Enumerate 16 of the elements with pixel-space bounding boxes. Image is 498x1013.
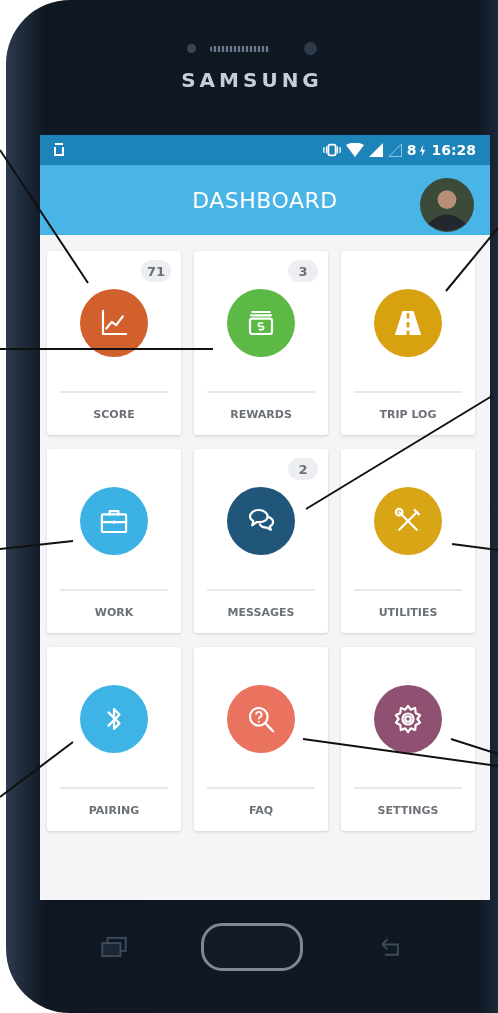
battery-level: 8 (406, 142, 417, 158)
count-badge: 71 (141, 260, 171, 282)
brand-logo: SAMSUNG (181, 68, 323, 92)
dashboard-tile[interactable]: 2 MESSAGES (194, 449, 328, 633)
count-badge: 3 (288, 260, 318, 282)
dashboard-tile[interactable]: SETTINGS (341, 647, 475, 831)
dashboard-tile[interactable]: 3 REWARDS (194, 251, 328, 435)
dashboard-tile[interactable]: TRIP LOG (341, 251, 475, 435)
clock: 16:28 (431, 142, 476, 158)
dashboard-tile[interactable]: 71 SCORE (47, 251, 181, 435)
dashboard-tile[interactable]: WORK (47, 449, 181, 633)
count-badge: 2 (288, 458, 318, 480)
page-title: DASHBOARD (192, 187, 338, 213)
dashboard-tile[interactable]: UTILITIES (341, 449, 475, 633)
dashboard-tile[interactable]: FAQ (194, 647, 328, 831)
dashboard-tile[interactable]: PAIRING (47, 647, 181, 831)
